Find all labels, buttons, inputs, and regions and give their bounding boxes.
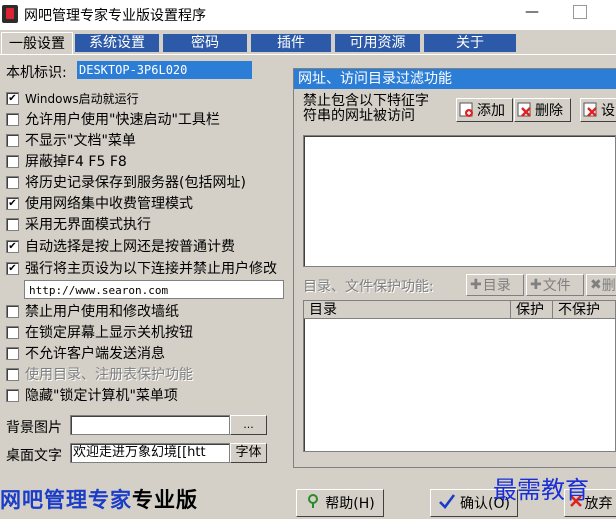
opt-block-fkeys-label: 屏蔽掉F4 F5 F8 [25, 154, 127, 170]
desktop-text-input[interactable]: 欢迎走进万象幻境[[htt [70, 443, 230, 463]
opt-dir-registry-protect-checkbox[interactable] [6, 367, 19, 381]
opt-autostart-label: Windows启动就运行 [25, 91, 139, 106]
opt-lock-shutdown-button-checkbox[interactable] [6, 325, 19, 339]
add-url-button[interactable]: 添加 [456, 98, 513, 122]
opt-lock-wallpaper-checkbox[interactable] [6, 304, 19, 318]
tab-panel-border [0, 54, 616, 55]
opt-hide-lock-menu-row[interactable]: 隐藏"锁定计算机"菜单项 [6, 385, 178, 405]
tab-system[interactable]: 系统设置 [75, 34, 159, 52]
protection-label: 目录、文件保护功能: [303, 279, 434, 295]
folder-add-icon: ✚ [470, 277, 482, 293]
tab-password[interactable]: 密码 [163, 34, 247, 52]
help-button[interactable]: 帮助(H) [296, 489, 384, 517]
tab-general[interactable]: 一般设置 [1, 32, 73, 55]
delete-url-button[interactable]: 删除 [514, 98, 571, 122]
bg-image-input[interactable] [70, 415, 230, 435]
delete-url-label: 删除 [535, 103, 563, 119]
brand-logo: 网吧管理专家专业版 [0, 484, 198, 514]
opt-dir-registry-protect-label: 使用目录、注册表保护功能 [25, 367, 193, 383]
tab-plugins[interactable]: 插件 [251, 34, 331, 52]
app-icon [2, 5, 18, 23]
opt-quick-launch-label: 允许用户使用"快速启动"工具栏 [25, 112, 220, 128]
protect-dir-label: 目录 [482, 278, 511, 294]
bg-image-label: 背景图片 [6, 420, 62, 436]
maximize-button[interactable] [573, 5, 587, 19]
delete-icon [583, 102, 599, 118]
opt-quick-launch-checkbox[interactable] [6, 112, 19, 126]
url-filter-description: 禁止包含以下特征字 符串的网址被访问 [303, 93, 429, 124]
protect-file-label: 文件 [542, 278, 571, 294]
opt-block-messages-checkbox[interactable] [6, 346, 19, 360]
settings-url-label: 设 [601, 103, 615, 119]
opt-lock-wallpaper-row[interactable]: 禁止用户使用和修改墙纸 [6, 301, 179, 321]
protection-table[interactable] [303, 300, 616, 452]
opt-block-messages-row[interactable]: 不允许客户端发送消息 [6, 343, 165, 363]
machine-id-label: 本机标识: [6, 65, 67, 81]
column-header-unprotect[interactable]: 不保护 [553, 301, 616, 319]
protect-dir-button[interactable]: ✚ 目录 [466, 274, 524, 296]
protect-delete-button[interactable]: ✖ 删 [586, 274, 616, 296]
opt-headless-mode-row[interactable]: 采用无界面模式执行 [6, 214, 151, 234]
add-url-label: 添加 [477, 103, 505, 119]
opt-hide-docs-menu-checkbox[interactable] [6, 133, 19, 147]
checkmark-icon [438, 493, 456, 513]
file-add-icon: ✚ [530, 277, 542, 293]
opt-auto-billing-label: 自动选择是按上网还是按普通计费 [25, 239, 235, 255]
help-icon [305, 493, 321, 513]
font-button[interactable]: 字体 [230, 443, 267, 463]
column-header-protect[interactable]: 保护 [511, 301, 553, 319]
column-header-dir[interactable]: 目录 [304, 301, 511, 319]
filter-header: 网址、访问目录过滤功能 [294, 69, 616, 89]
opt-autostart-checkbox[interactable]: ✔ [6, 91, 19, 105]
opt-save-history-label: 将历史记录保存到服务器(包括网址) [25, 175, 246, 191]
opt-dir-registry-protect-row[interactable]: 使用目录、注册表保护功能 [6, 364, 193, 384]
opt-headless-mode-checkbox[interactable] [6, 217, 19, 231]
opt-force-homepage-checkbox[interactable]: ✔ [6, 261, 19, 275]
opt-central-billing-checkbox[interactable]: ✔ [6, 196, 19, 210]
brand-name: 网吧管理专家 [0, 488, 132, 512]
opt-lock-shutdown-button-label: 在锁定屏幕上显示关机按钮 [25, 325, 193, 341]
protect-delete-label: 删 [601, 278, 616, 294]
minimize-button[interactable]: — [520, 4, 544, 24]
opt-auto-billing-row[interactable]: ✔ 自动选择是按上网还是按普通计费 [6, 236, 235, 256]
delete-icon [517, 102, 533, 118]
tab-resources[interactable]: 可用资源 [335, 34, 420, 52]
opt-autostart-row[interactable]: ✔ Windows启动就运行 [6, 88, 139, 108]
opt-block-fkeys-checkbox[interactable] [6, 154, 19, 168]
tab-about[interactable]: 关于 [424, 34, 516, 52]
opt-lock-wallpaper-label: 禁止用户使用和修改墙纸 [25, 304, 179, 320]
watermark-text: 最需教育 [493, 476, 589, 504]
remove-icon: ✖ [590, 277, 602, 293]
opt-hide-docs-menu-row[interactable]: 不显示"文档"菜单 [6, 130, 136, 150]
opt-hide-lock-menu-checkbox[interactable] [6, 388, 19, 402]
window-title: 网吧管理专家专业版设置程序 [24, 8, 206, 24]
opt-force-homepage-row[interactable]: ✔ 强行将主页设为以下连接并禁止用户修改 [6, 258, 277, 278]
opt-hide-docs-menu-label: 不显示"文档"菜单 [25, 133, 136, 149]
opt-quick-launch-row[interactable]: 允许用户使用"快速启动"工具栏 [6, 109, 220, 129]
brand-edition: 专业版 [132, 488, 198, 512]
opt-headless-mode-label: 采用无界面模式执行 [25, 217, 151, 233]
add-icon [459, 102, 475, 118]
opt-save-history-row[interactable]: 将历史记录保存到服务器(包括网址) [6, 172, 246, 192]
opt-central-billing-label: 使用网络集中收费管理模式 [25, 196, 193, 212]
opt-central-billing-row[interactable]: ✔ 使用网络集中收费管理模式 [6, 193, 193, 213]
url-filter-list[interactable] [303, 135, 616, 267]
settings-url-button[interactable]: 设 [580, 98, 616, 122]
protect-file-button[interactable]: ✚ 文件 [526, 274, 584, 296]
opt-lock-shutdown-button-row[interactable]: 在锁定屏幕上显示关机按钮 [6, 322, 193, 342]
bg-browse-button[interactable]: ... [230, 415, 267, 435]
opt-hide-lock-menu-label: 隐藏"锁定计算机"菜单项 [25, 388, 178, 404]
opt-save-history-checkbox[interactable] [6, 175, 19, 189]
help-label: 帮助(H) [325, 496, 375, 512]
opt-block-fkeys-row[interactable]: 屏蔽掉F4 F5 F8 [6, 151, 127, 171]
desktop-text-label: 桌面文字 [6, 448, 62, 464]
machine-id-field[interactable]: DESKTOP-3P6L020 [77, 61, 252, 79]
opt-force-homepage-label: 强行将主页设为以下连接并禁止用户修改 [25, 261, 277, 277]
homepage-url-input[interactable]: http://www.searon.com [24, 280, 284, 299]
opt-block-messages-label: 不允许客户端发送消息 [25, 346, 165, 362]
opt-auto-billing-checkbox[interactable]: ✔ [6, 239, 19, 253]
